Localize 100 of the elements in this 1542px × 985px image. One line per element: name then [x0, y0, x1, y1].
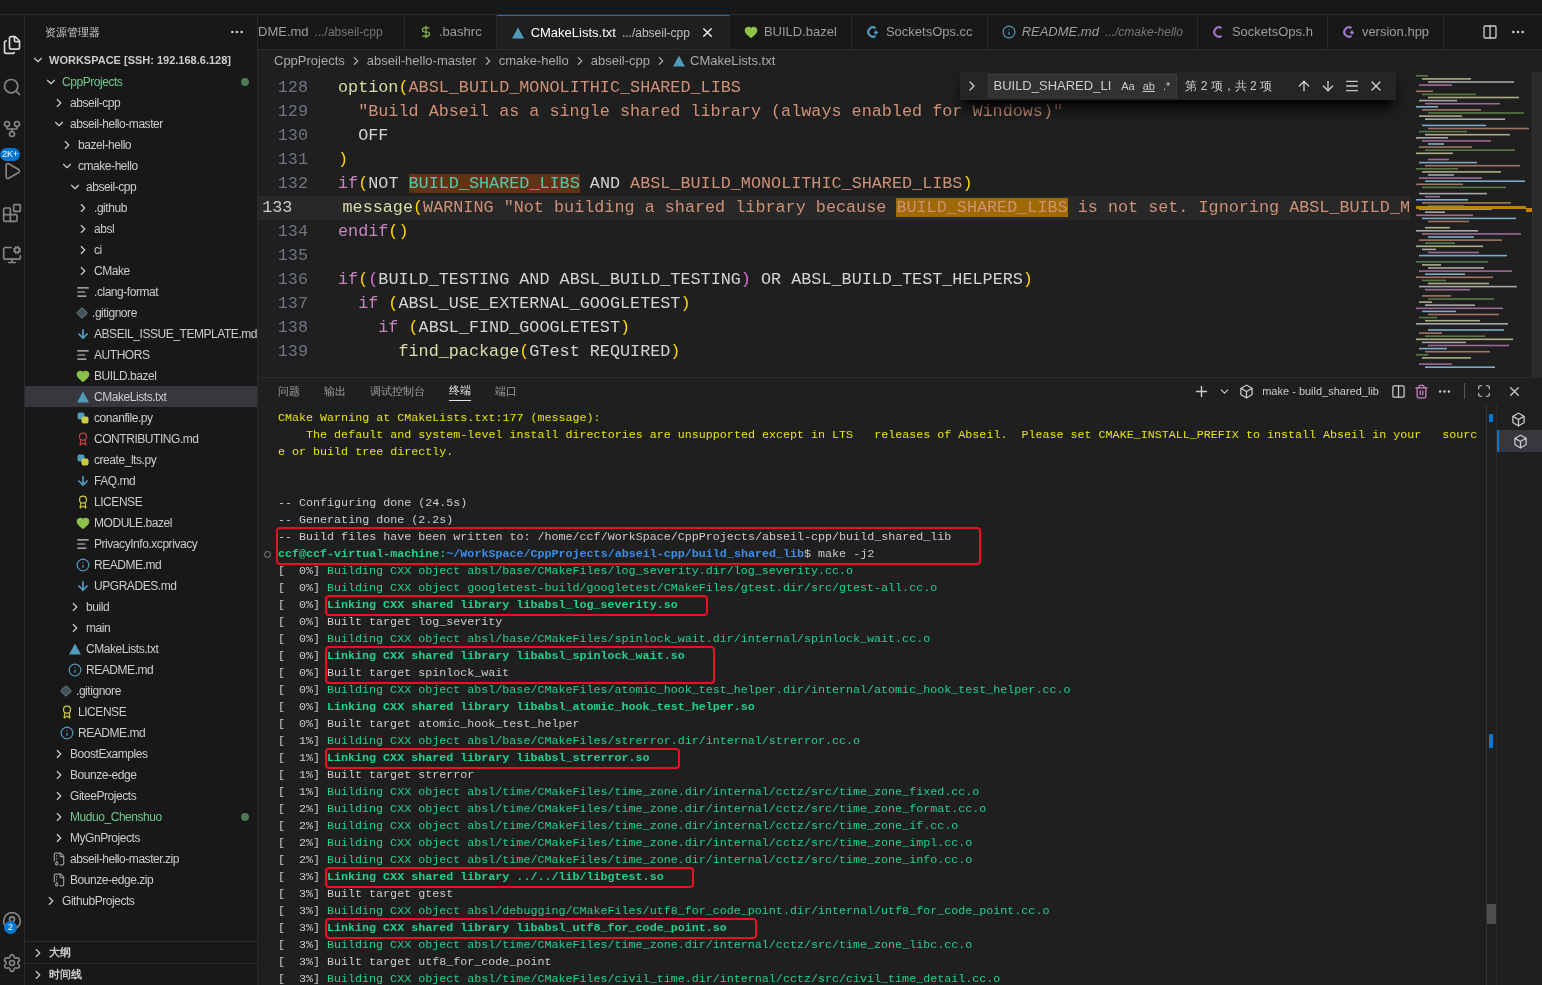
folder-item[interactable]: abseil-hello-master	[25, 113, 257, 134]
file-item[interactable]: .gitignore	[25, 302, 257, 323]
two-tone-file-icon	[76, 410, 90, 425]
file-item[interactable]: BUILD.bazel	[25, 365, 257, 386]
progress-percent: [ 2%]	[278, 801, 322, 818]
lines-icon[interactable]	[1344, 78, 1360, 94]
terminal-instance[interactable]	[1497, 430, 1542, 452]
file-item[interactable]: ABSEIL_ISSUE_TEMPLATE.md	[25, 323, 257, 344]
file-item[interactable]: conanfile.py	[25, 407, 257, 428]
progress-percent: [ 1%]	[278, 750, 322, 767]
progress-percent: [ 3%]	[278, 971, 322, 985]
folder-item[interactable]: GithubProjects	[25, 890, 257, 911]
line-number: 139	[276, 341, 309, 364]
editor-tab[interactable]: version.hpp	[1327, 15, 1445, 49]
editor-tab[interactable]: BUILD.bazel	[729, 15, 852, 49]
breadcrumb[interactable]: CMakeLists.txt	[690, 51, 776, 71]
terminal-name[interactable]: make - build_shared_lib	[1262, 382, 1379, 400]
folder-item[interactable]: abseil-cpp	[25, 176, 257, 197]
editor-tab[interactable]: CMakeLists.txt .../abseil-cpp	[496, 15, 730, 49]
file-item[interactable]: .clang-format	[25, 281, 257, 302]
file-item[interactable]: LICENSE	[25, 701, 257, 722]
progress-percent: [ 1%]	[278, 767, 322, 784]
find-option[interactable]: .*	[1160, 77, 1173, 95]
file-item[interactable]: FAQ.md	[25, 470, 257, 491]
explorer-title: 资源管理器	[45, 24, 100, 40]
editor-tab[interactable]: SocketsOps.cc	[851, 15, 988, 49]
section-header[interactable]: 大纲	[25, 941, 257, 963]
file-item[interactable]: abseil-hello-master.zip	[25, 848, 257, 869]
panel-tab[interactable]: 输出	[324, 381, 346, 401]
blocks-icon[interactable]	[2, 203, 22, 223]
file-item[interactable]: CONTRIBUTING.md	[25, 428, 257, 449]
folder-item[interactable]: GiteeProjects	[25, 785, 257, 806]
progress-percent: [ 0%]	[278, 682, 322, 699]
files-icon[interactable]	[2, 35, 22, 55]
split-editor-icon[interactable]	[1482, 24, 1498, 40]
folder-item[interactable]: abseil-cpp	[25, 92, 257, 113]
workspace-header[interactable]: WORKSPACE [SSH: 192.168.6.128]	[25, 49, 257, 71]
scroll-thumb[interactable]	[1487, 904, 1496, 924]
search-icon[interactable]	[2, 77, 22, 97]
progress-percent: [ 0%]	[278, 648, 322, 665]
folder-item[interactable]: ci	[25, 239, 257, 260]
remote-icon[interactable]	[2, 245, 22, 265]
file-item[interactable]: LICENSE	[25, 491, 257, 512]
play-icon[interactable]	[2, 161, 22, 181]
breadcrumb[interactable]: abseil-cpp	[590, 51, 650, 71]
editor-tab[interactable]: .bashrc	[405, 15, 497, 49]
file-item[interactable]: MODULE.bazel	[25, 512, 257, 533]
file-item[interactable]: Bounze-edge.zip	[25, 869, 257, 890]
folder-item[interactable]: cmake-hello	[25, 155, 257, 176]
split-terminal-icon[interactable]	[1391, 383, 1406, 399]
code-line: option(ABSL_BUILD_MONOLITHIC_SHARED_LIBS	[338, 77, 741, 100]
lines-icon	[76, 536, 90, 551]
find-input[interactable]: BUILD_SHARED_LI Aa ab .*	[988, 74, 1178, 98]
folder-item[interactable]: .github	[25, 197, 257, 218]
branch-icon[interactable]	[2, 119, 22, 139]
file-item[interactable]: create_lts.py	[25, 449, 257, 470]
panel-tab[interactable]: 终端	[449, 381, 471, 401]
folder-item[interactable]: BoostExamples	[25, 743, 257, 764]
breadcrumb[interactable]: CppProjects	[274, 51, 345, 71]
terminal-line: Building CXX object absl/base/CMakeFiles/strerror.dir/internal/strerror.cc.o	[327, 732, 861, 750]
section-header[interactable]: 时间线	[25, 963, 257, 985]
folder-item[interactable]: absl	[25, 218, 257, 239]
code-line: find_package(GTest REQUIRED)	[397, 341, 681, 364]
arc-plus-icon	[1341, 25, 1356, 39]
panel-tab[interactable]: 端口	[495, 381, 517, 401]
file-item[interactable]: .gitignore	[25, 680, 257, 701]
folder-item[interactable]: CMake	[25, 260, 257, 281]
breadcrumb[interactable]: cmake-hello	[498, 51, 569, 71]
folder-item[interactable]: Muduo_Chenshuo	[25, 806, 257, 827]
trash-icon[interactable]	[1414, 383, 1429, 399]
terminal-line: Building CXX object absl/time/CMakeFiles/time_zone.dir/internal/cctz/src/time_zone_fixed.cc.o	[327, 783, 980, 801]
breadcrumb[interactable]: abseil-hello-master	[366, 51, 477, 71]
line-number: 129	[276, 101, 309, 124]
editor-tab[interactable]: SocketsOps.h	[1197, 15, 1328, 49]
maximize-icon[interactable]	[1477, 384, 1491, 398]
settings-icon[interactable]	[2, 953, 22, 973]
editor-tab[interactable]: DME.md .../abseil-cpp	[258, 15, 405, 49]
tab-label: SocketsOps.cc	[885, 23, 973, 42]
file-item[interactable]: README.md	[25, 722, 257, 743]
file-item[interactable]: README.md	[25, 659, 257, 680]
folder-item[interactable]: main	[25, 617, 257, 638]
panel-tab[interactable]: 问题	[278, 381, 300, 401]
find-option[interactable]: ab	[1140, 77, 1157, 95]
terminal-line: Building CXX object absl/base/CMakeFiles/log_severity.dir/log_severity.cc.o	[327, 562, 854, 580]
file-item[interactable]: README.md	[25, 554, 257, 575]
file-item[interactable]: CMakeLists.txt	[25, 638, 257, 659]
find-option[interactable]: Aa	[1119, 77, 1137, 95]
scrollbar[interactable]	[1532, 72, 1542, 377]
file-item[interactable]: UPGRADES.md	[25, 575, 257, 596]
folder-item[interactable]: CppProjects	[25, 71, 257, 92]
file-item[interactable]: PrivacyInfo.xcprivacy	[25, 533, 257, 554]
editor-tab[interactable]: README.md .../cmake-hello	[987, 15, 1198, 49]
folder-item[interactable]: build	[25, 596, 257, 617]
file-item[interactable]: CMakeLists.txt	[25, 386, 257, 407]
folder-item[interactable]: bazel-hello	[25, 134, 257, 155]
folder-item[interactable]: MyGnProjects	[25, 827, 257, 848]
folder-item[interactable]: Bounze-edge	[25, 764, 257, 785]
file-item[interactable]: AUTHORS	[25, 344, 257, 365]
scrollbar[interactable]	[1486, 404, 1496, 985]
panel-tab[interactable]: 调试控制台	[370, 381, 425, 401]
